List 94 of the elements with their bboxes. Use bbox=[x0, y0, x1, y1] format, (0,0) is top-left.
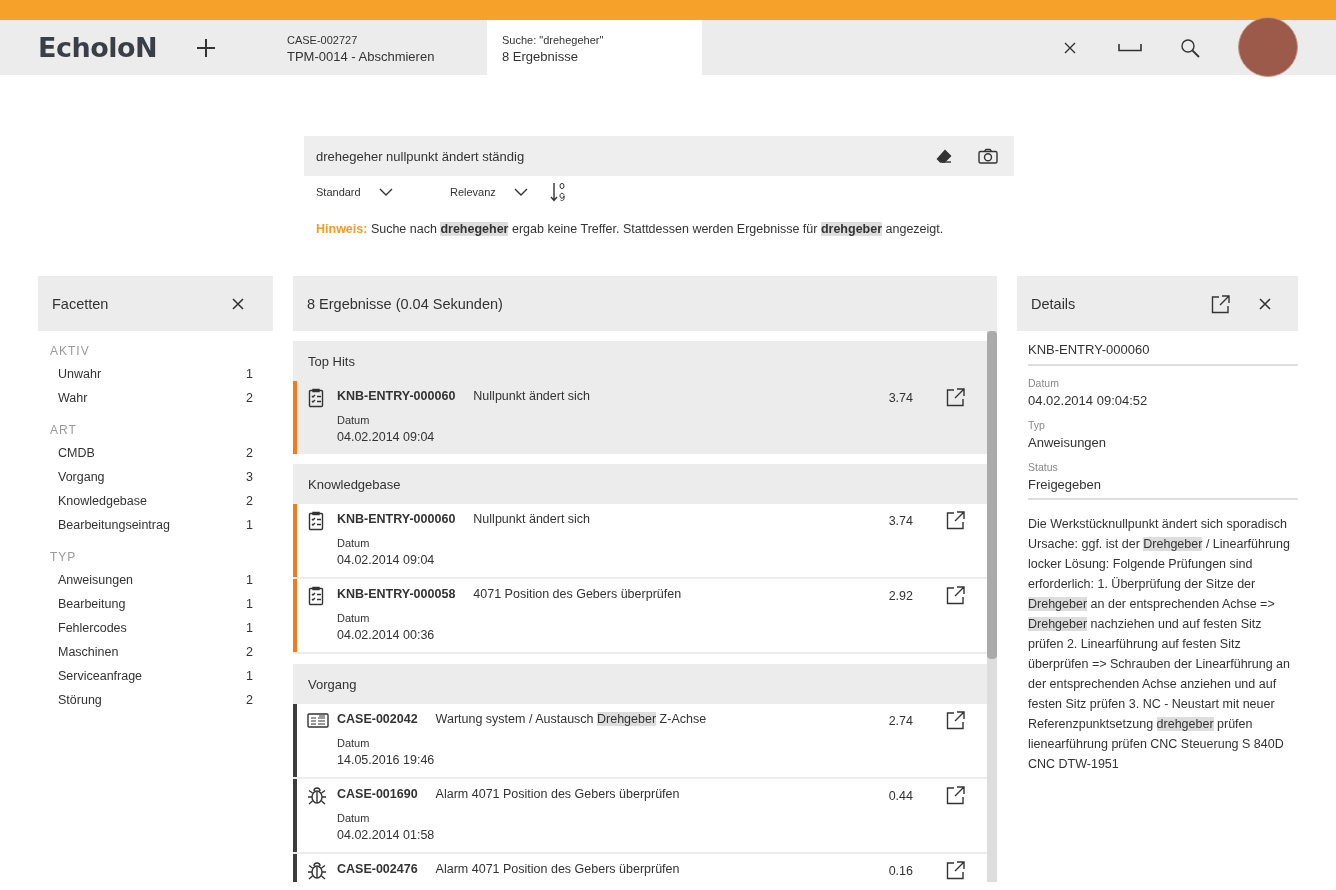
scrollbar-thumb[interactable] bbox=[987, 331, 997, 659]
facet-heading: ART bbox=[50, 423, 78, 439]
bug-icon bbox=[307, 786, 327, 806]
search-bar[interactable]: drehegeher nullpunkt ändert ständig bbox=[304, 136, 1014, 176]
facet-item[interactable]: CMDB 2 bbox=[38, 441, 273, 465]
chevron-icon bbox=[378, 188, 393, 196]
sort-order-icon[interactable] bbox=[550, 182, 566, 202]
plus-icon[interactable] bbox=[195, 36, 217, 59]
result-title: Nullpunkt ändert sich bbox=[473, 389, 591, 403]
date-value: 04.02.2014 09:04 bbox=[337, 553, 436, 567]
result-title: Wartung system / Austausch Drehgeber Z-Achse bbox=[435, 712, 707, 726]
group-header: Vorgang bbox=[293, 664, 987, 704]
score: 3.74 bbox=[887, 391, 913, 407]
result-id[interactable]: CASE-001690 bbox=[337, 787, 418, 801]
facet-item[interactable]: Fehlercodes 1 bbox=[38, 616, 273, 640]
sort-dropdown[interactable]: Relevanz bbox=[450, 186, 550, 198]
facet-item[interactable]: Anweisungen 1 bbox=[38, 568, 273, 592]
close-icon[interactable] bbox=[231, 296, 245, 311]
facet-item[interactable]: Unwahr 1 bbox=[38, 362, 273, 386]
date-value: 04.02.2014 09:04 bbox=[337, 430, 436, 444]
external-link-icon[interactable] bbox=[945, 710, 965, 730]
tray-icon[interactable] bbox=[1118, 42, 1142, 53]
facet-item[interactable]: Maschinen 2 bbox=[38, 640, 273, 664]
score: 3.74 bbox=[887, 514, 913, 530]
score: 0.16 bbox=[887, 864, 913, 880]
date-label: Datum bbox=[337, 737, 371, 749]
external-link-icon[interactable] bbox=[1210, 293, 1230, 314]
date-value: 04.02.2014 01:58 bbox=[337, 828, 436, 842]
field-label: Status bbox=[1028, 461, 1059, 473]
result-title: Alarm 4071 Position des Gebers überprüfen bbox=[435, 787, 680, 801]
result-id[interactable]: CASE-002042 bbox=[337, 712, 418, 726]
eraser-icon[interactable] bbox=[936, 149, 952, 163]
result-id[interactable]: KNB-ENTRY-000058 bbox=[337, 587, 456, 601]
date-label: Datum bbox=[337, 812, 371, 824]
score: 0.44 bbox=[887, 789, 913, 805]
result-row[interactable]: CASE-002042 Wartung system / Austausch Drehgeber Z-Achse Datum 14.05.2016 19:46 2.74 bbox=[293, 704, 987, 779]
field-value: Anweisungen bbox=[1028, 435, 1108, 450]
result-id[interactable]: KNB-ENTRY-000060 bbox=[337, 389, 456, 403]
facet-item[interactable]: Knowledgebase 2 bbox=[38, 489, 273, 513]
hint-text: Hinweis: Suche nach drehegeher ergab keine Treffer. Stattdessen werden Ergebnisse für drehgeber angezeigt. bbox=[316, 222, 945, 236]
result-row[interactable]: KNB-ENTRY-000060 Nullpunkt ändert sich Datum 04.02.2014 09:04 3.74 bbox=[293, 504, 987, 579]
bug-icon bbox=[307, 861, 327, 881]
scrollbar[interactable] bbox=[987, 331, 997, 882]
search-icon[interactable] bbox=[1180, 37, 1200, 58]
external-link-icon[interactable] bbox=[945, 510, 965, 530]
facet-item[interactable]: Vorgang 3 bbox=[38, 465, 273, 489]
score: 2.74 bbox=[887, 714, 913, 730]
chevron-icon bbox=[513, 188, 528, 196]
field-label: Datum bbox=[1028, 377, 1060, 389]
clipboard-icon bbox=[307, 511, 325, 531]
field-value: 04.02.2014 09:04:52 bbox=[1028, 393, 1149, 408]
detail-id: KNB-ENTRY-000060 bbox=[1028, 331, 1298, 366]
camera-icon[interactable] bbox=[978, 148, 998, 164]
result-row[interactable]: CASE-001690 Alarm 4071 Position des Gebers überprüfen Datum 04.02.2014 01:58 0.44 bbox=[293, 779, 987, 854]
mode-dropdown[interactable]: Standard bbox=[316, 186, 450, 198]
facet-item[interactable]: Wahr 2 bbox=[38, 386, 273, 410]
external-link-icon[interactable] bbox=[945, 860, 965, 880]
facet-heading: AKTIV bbox=[50, 344, 91, 360]
tab[interactable]: CASE-002727 TPM-0014 - Abschmieren bbox=[272, 20, 487, 75]
result-title: Nullpunkt ändert sich bbox=[473, 512, 591, 526]
result-title: Alarm 4071 Position des Gebers überprüfen bbox=[435, 862, 680, 876]
close-icon[interactable] bbox=[1258, 296, 1272, 311]
result-id[interactable]: KNB-ENTRY-000060 bbox=[337, 512, 456, 526]
result-id[interactable]: CASE-002476 bbox=[337, 862, 418, 876]
result-title: 4071 Position des Gebers überprüfen bbox=[473, 587, 682, 601]
app-logo[interactable]: EcholoN bbox=[38, 32, 195, 63]
external-link-icon[interactable] bbox=[945, 387, 965, 407]
facet-heading: TYP bbox=[50, 550, 78, 566]
facet-item[interactable]: Serviceanfrage 1 bbox=[38, 664, 273, 688]
date-label: Datum bbox=[337, 612, 371, 624]
result-row[interactable]: KNB-ENTRY-000058 4071 Position des Gebers überprüfen Datum 04.02.2014 00:36 2.92 bbox=[293, 579, 987, 654]
external-link-icon[interactable] bbox=[945, 785, 965, 805]
search-field[interactable]: drehegeher nullpunkt ändert ständig bbox=[316, 148, 910, 164]
external-link-icon[interactable] bbox=[945, 585, 965, 605]
facet-item[interactable]: Störung 2 bbox=[38, 688, 273, 712]
tab[interactable]: Suche: "drehegeher" 8 Ergebnisse bbox=[487, 20, 702, 75]
date-value: 14.05.2016 19:46 bbox=[337, 753, 436, 767]
score: 2.92 bbox=[887, 589, 913, 605]
panel-title: Facetten bbox=[52, 295, 109, 312]
panel-title: 8 Ergebnisse (0.04 Sekunden) bbox=[307, 295, 503, 312]
description-text: Die Werkstücknullpunkt ändert sich sporadisch Ursache: ggf. ist der Drehgeber / Linearführung locker Lösung: Folgende Prüfungen sind erforderlich: 1. Überprüfung der Sitze der Drehgeber an der entsprechenden Achse => Drehgeber nachziehen und auf festen Sitz prüfen 2. Linearführung auf festen Sitz überprüfen => Schrauben der Linearführung an der entsprechenden Achse anziehen und auf festen Sitz prüfen 3. NC - Neustart mit neuer Referenzpunktsetzung drehgeber prüfen lienearführung prüfen CNC Steuerung S 840D CNC DTW-1951 bbox=[1028, 516, 1291, 773]
clipboard-icon bbox=[307, 586, 325, 606]
panel-title: Details bbox=[1031, 295, 1076, 312]
facet-item[interactable]: Bearbeitung 1 bbox=[38, 592, 273, 616]
list-icon bbox=[307, 711, 329, 729]
group-header: Knowledgebase bbox=[293, 464, 987, 504]
facet-item[interactable]: Bearbeitungseintrag 1 bbox=[38, 513, 273, 537]
field-value: Freigegeben bbox=[1028, 477, 1102, 492]
clipboard-icon bbox=[307, 388, 325, 408]
result-row[interactable]: KNB-ENTRY-000060 Nullpunkt ändert sich Datum 04.02.2014 09:04 3.74 bbox=[293, 381, 987, 454]
date-label: Datum bbox=[337, 414, 371, 426]
field-label: Typ bbox=[1028, 419, 1046, 431]
date-value: 04.02.2014 00:36 bbox=[337, 628, 436, 642]
date-label: Datum bbox=[337, 537, 371, 549]
